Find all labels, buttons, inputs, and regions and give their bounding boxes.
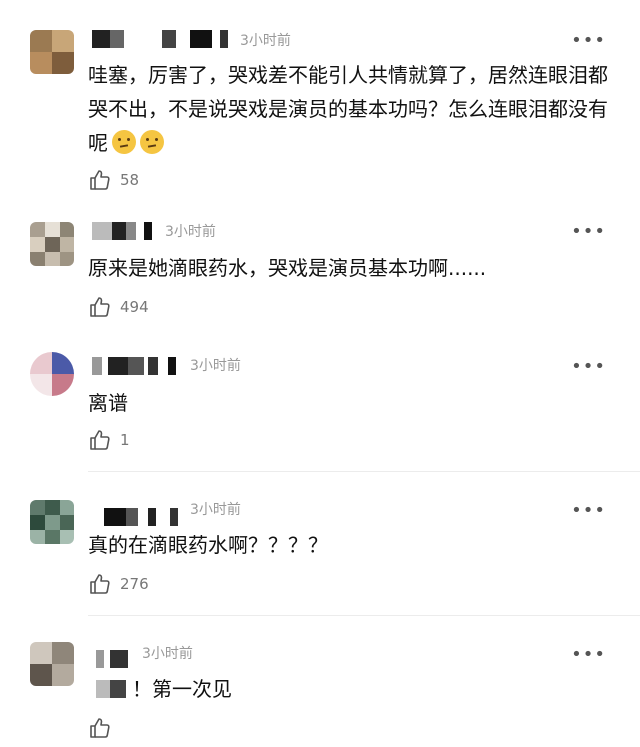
comment-item: 3小时前 ••• ！第一次见 xyxy=(0,616,640,747)
like-count: 1 xyxy=(120,431,130,449)
avatar[interactable] xyxy=(30,642,74,686)
comment-item: 3小时前 ••• 原来是她滴眼药水，哭戏是演员基本功啊...... 494 xyxy=(0,205,640,340)
username-blurred[interactable] xyxy=(104,508,184,528)
mention-blurred xyxy=(96,680,132,700)
comment-time: 3小时前 xyxy=(190,502,241,518)
comment-time: 3小时前 xyxy=(190,358,241,374)
more-dots-icon[interactable]: ••• xyxy=(571,646,606,664)
comment-text: 离谱 xyxy=(88,391,128,415)
like-button[interactable]: 276 xyxy=(88,572,149,596)
comment-text-body: 哇塞，厉害了，哭戏差不能引人共情就算了，居然连眼泪都哭不出，不是说哭戏是演员的基… xyxy=(88,63,608,155)
like-button[interactable]: 1 xyxy=(88,428,130,452)
like-count: 276 xyxy=(120,575,149,593)
comment-item: 3小时前 ••• 真的在滴眼药水啊？？？？ 276 xyxy=(0,472,640,616)
thumbs-up-icon xyxy=(90,170,110,190)
like-count: 58 xyxy=(120,171,140,189)
like-count: 494 xyxy=(120,298,149,316)
username-blurred[interactable] xyxy=(96,650,136,670)
avatar[interactable] xyxy=(30,500,74,544)
username-blurred[interactable] xyxy=(92,222,162,242)
username-blurred[interactable] xyxy=(92,30,242,50)
thumbs-up-icon xyxy=(90,574,110,594)
thumbs-up-icon xyxy=(90,430,110,450)
thumbs-up-icon xyxy=(90,297,110,317)
avatar[interactable] xyxy=(30,222,74,266)
like-button[interactable]: 58 xyxy=(88,168,139,192)
comment-item: 3小时前 ••• 哇塞，厉害了，哭戏差不能引人共情就算了，居然连眼泪都哭不出，不… xyxy=(0,0,640,205)
avatar[interactable] xyxy=(30,352,74,396)
comment-time: 3小时前 xyxy=(165,224,216,240)
comment-text: 原来是她滴眼药水，哭戏是演员基本功啊...... xyxy=(88,256,487,280)
username-blurred[interactable] xyxy=(92,357,182,377)
thinking-emoji-icon xyxy=(112,130,136,154)
comment-item: 3小时前 ••• 离谱 1 xyxy=(0,340,640,472)
comment-text: 真的在滴眼药水啊？？？？ xyxy=(88,533,328,557)
thumbs-up-icon xyxy=(90,718,110,738)
more-dots-icon[interactable]: ••• xyxy=(571,223,606,241)
comment-text: ！第一次见 xyxy=(132,677,232,701)
comment-time: 3小时前 xyxy=(240,33,291,49)
like-button[interactable]: 494 xyxy=(88,295,149,319)
more-dots-icon[interactable]: ••• xyxy=(571,358,606,376)
more-dots-icon[interactable]: ••• xyxy=(571,502,606,520)
avatar[interactable] xyxy=(30,30,74,74)
like-button[interactable] xyxy=(88,716,112,740)
comment-time: 3小时前 xyxy=(142,646,193,662)
thinking-emoji-icon xyxy=(140,130,164,154)
comment-text: 哇塞，厉害了，哭戏差不能引人共情就算了，居然连眼泪都哭不出，不是说哭戏是演员的基… xyxy=(88,58,620,160)
more-dots-icon[interactable]: ••• xyxy=(571,32,606,50)
